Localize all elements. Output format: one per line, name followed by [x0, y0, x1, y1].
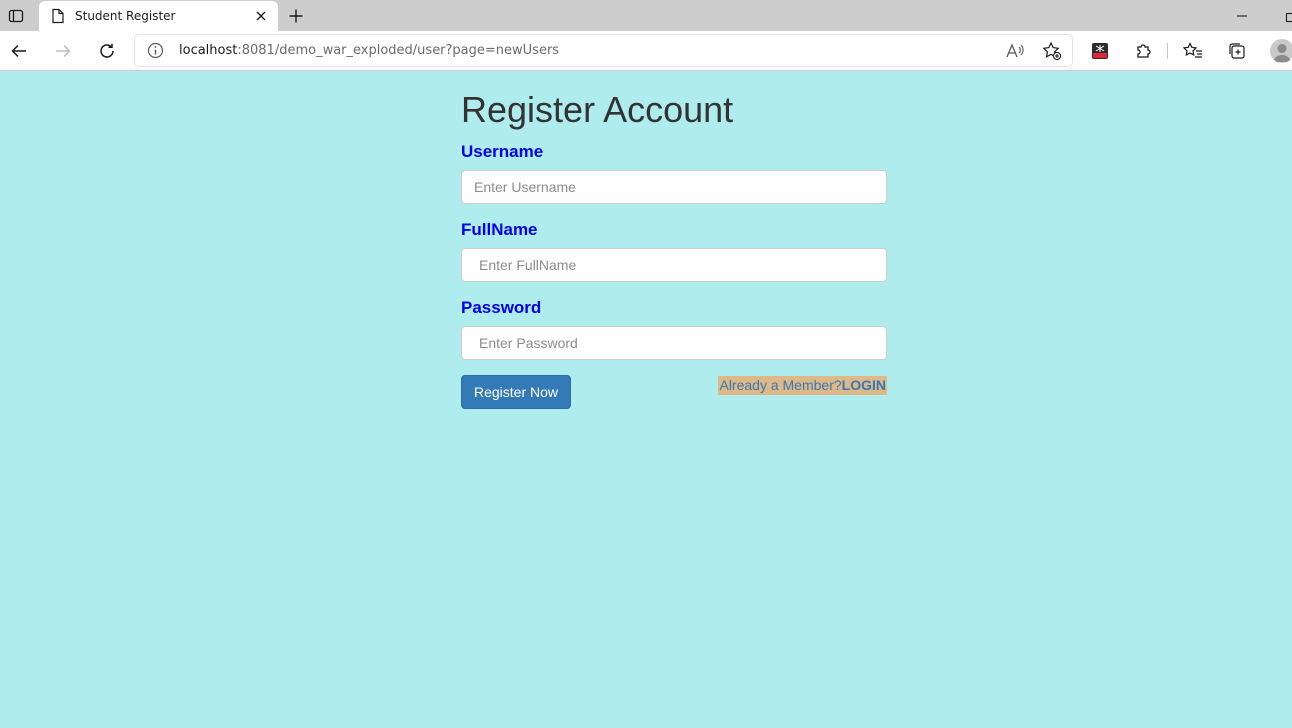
extension-off-icon[interactable]: [1088, 39, 1112, 63]
favorites-icon[interactable]: [1181, 39, 1205, 63]
restore-icon[interactable]: [1276, 6, 1292, 26]
read-aloud-icon[interactable]: [1003, 39, 1027, 63]
login-text: LOGIN: [841, 377, 886, 393]
address-bar[interactable]: localhost:8081/demo_war_exploded/user?pa…: [135, 35, 1072, 66]
url-text: localhost:8081/demo_war_exploded/user?pa…: [179, 43, 559, 58]
page-title: Register Account: [461, 89, 734, 130]
member-text: Already a Member?: [719, 377, 842, 393]
active-tab[interactable]: Student Register: [39, 1, 278, 31]
login-link[interactable]: Already a Member?LOGIN: [718, 376, 887, 395]
url-host: localhost: [179, 43, 238, 58]
extensions-puzzle-icon[interactable]: [1132, 39, 1156, 63]
forward-arrow-icon[interactable]: [51, 39, 75, 63]
tab-title: Student Register: [75, 9, 176, 23]
register-now-button[interactable]: Register Now: [461, 375, 571, 409]
browser-toolbar: localhost:8081/demo_war_exploded/user?pa…: [0, 31, 1292, 71]
browser-tab-strip: Student Register: [0, 0, 1292, 31]
tab-actions-icon[interactable]: [4, 4, 28, 28]
username-label: Username: [461, 142, 544, 161]
fullname-label: FullName: [461, 220, 538, 239]
fullname-input[interactable]: [461, 248, 887, 282]
toolbar-divider: [1167, 43, 1168, 59]
collections-icon[interactable]: [1225, 39, 1249, 63]
page-icon: [51, 8, 65, 24]
site-info-icon[interactable]: [147, 42, 164, 59]
username-input[interactable]: [461, 170, 887, 204]
back-arrow-icon[interactable]: [7, 39, 31, 63]
new-tab-icon[interactable]: [284, 4, 308, 28]
password-label: Password: [461, 298, 542, 317]
register-form: Register Account Username FullName Passw…: [461, 88, 887, 409]
add-favorite-icon[interactable]: [1040, 39, 1064, 63]
refresh-icon[interactable]: [95, 39, 119, 63]
close-tab-icon[interactable]: [252, 7, 270, 25]
minimize-icon[interactable]: [1230, 6, 1254, 26]
profile-avatar-icon[interactable]: [1270, 39, 1292, 63]
url-path: :8081/demo_war_exploded/user?page=newUse…: [237, 43, 560, 58]
password-input[interactable]: [461, 326, 887, 360]
